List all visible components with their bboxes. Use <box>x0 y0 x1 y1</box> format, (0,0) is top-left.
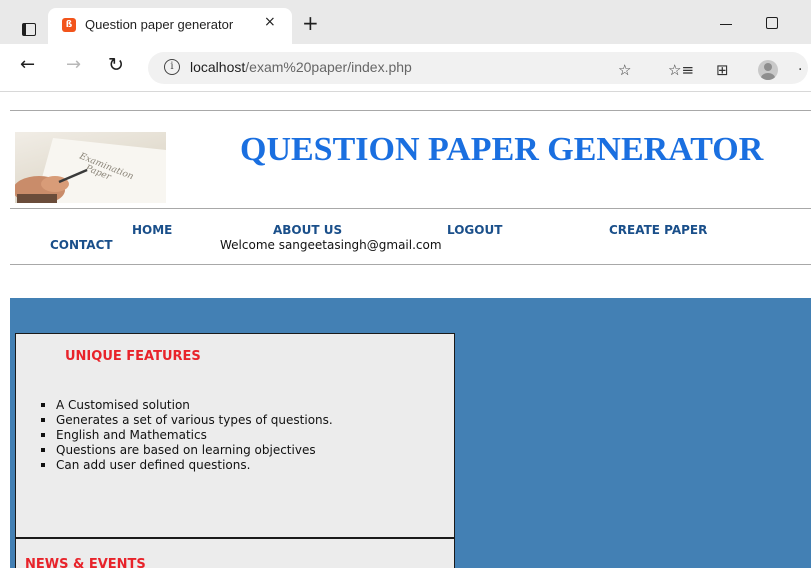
back-icon[interactable]: ← <box>20 55 35 75</box>
forward-icon[interactable]: → <box>66 55 81 75</box>
news-events-heading: NEWS & EVENTS <box>25 557 146 568</box>
nav-create-paper-link[interactable]: CREATE PAPER <box>609 223 707 237</box>
nav-home-link[interactable]: HOME <box>132 223 172 237</box>
url-host: localhost <box>190 59 246 75</box>
close-icon[interactable]: × <box>264 14 276 30</box>
news-events-panel: NEWS & EVENTS <box>15 537 455 568</box>
divider-menu-bottom <box>10 264 811 265</box>
url-path: /exam%20paper/index.php <box>245 59 412 75</box>
tab-title: Question paper generator <box>85 17 234 32</box>
url-text[interactable]: localhost/exam%20paper/index.php <box>190 59 412 75</box>
tab-actions-icon[interactable] <box>22 23 36 36</box>
list-item: A Customised solution <box>38 398 333 413</box>
logo-image: Examination Paper <box>15 132 166 203</box>
nav-about-link[interactable]: ABOUT US <box>273 223 342 237</box>
address-toolbar: ← → ↻ i localhost/exam%20paper/index.php… <box>0 44 811 92</box>
list-item: Questions are based on learning objectiv… <box>38 443 333 458</box>
maximize-icon[interactable] <box>766 17 778 29</box>
address-bar[interactable]: i localhost/exam%20paper/index.php ☆ ☆≡ … <box>148 52 808 84</box>
profile-avatar[interactable] <box>758 60 778 80</box>
site-title: QUESTION PAPER GENERATOR <box>240 131 764 168</box>
favorites-icon[interactable]: ☆≡ <box>668 62 694 78</box>
feature-list: A Customised solution Generates a set of… <box>38 398 333 473</box>
add-favorite-icon[interactable]: ☆ <box>618 62 631 78</box>
list-item: English and Mathematics <box>38 428 333 443</box>
divider-top <box>10 110 811 111</box>
reload-icon[interactable]: ↻ <box>108 55 124 75</box>
minimize-icon[interactable] <box>720 24 732 25</box>
nav-logout-link[interactable]: LOGOUT <box>447 223 502 237</box>
browser-tab[interactable]: ß Question paper generator × <box>48 8 292 44</box>
list-item: Generates a set of various types of ques… <box>38 413 333 428</box>
welcome-message: Welcome sangeetasingh@gmail.com <box>220 238 442 252</box>
tab-strip: ß Question paper generator × + <box>0 0 811 44</box>
divider-menu-top <box>10 208 811 209</box>
more-icon[interactable]: · <box>798 62 802 78</box>
nav-contact-link[interactable]: CONTACT <box>50 238 113 252</box>
collections-icon[interactable]: ⊞ <box>716 62 729 78</box>
info-icon[interactable]: i <box>164 59 180 75</box>
new-tab-icon[interactable]: + <box>302 13 319 33</box>
list-item: Can add user defined questions. <box>38 458 333 473</box>
unique-features-heading: UNIQUE FEATURES <box>65 349 201 364</box>
favicon-icon: ß <box>62 18 76 32</box>
unique-features-panel: UNIQUE FEATURES A Customised solution Ge… <box>15 333 455 539</box>
